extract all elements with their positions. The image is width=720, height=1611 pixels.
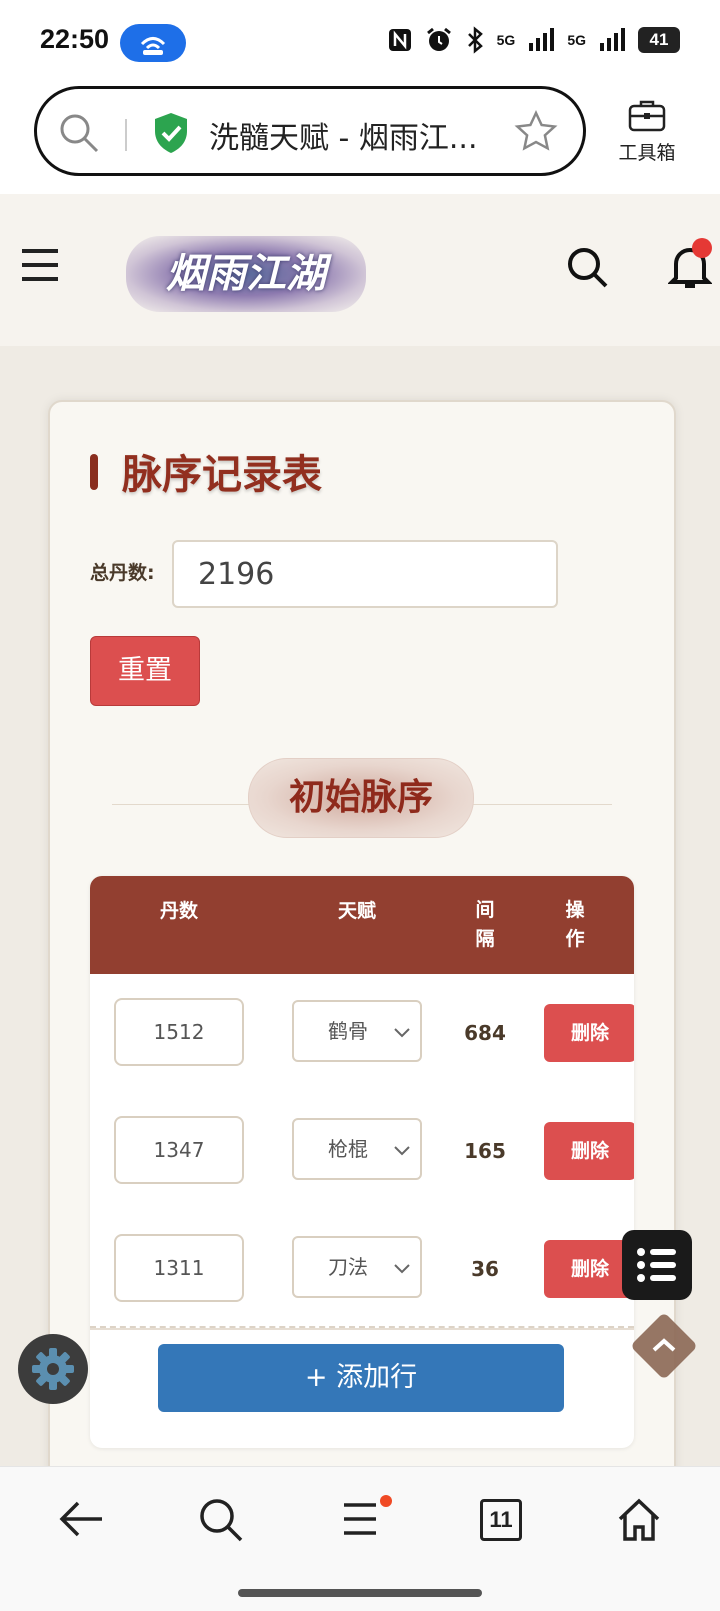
chevron-down-icon [394, 1146, 410, 1156]
search-icon[interactable] [57, 111, 101, 155]
talent-select[interactable]: 刀法 [292, 1236, 422, 1298]
talent-select[interactable]: 鹤骨 [292, 1000, 422, 1062]
tabs-count-button[interactable]: 11 [480, 1499, 522, 1541]
status-time: 22:50 [40, 24, 110, 54]
address-divider [125, 119, 127, 151]
card-title: 脉序记录表 [122, 452, 322, 498]
address-bar[interactable]: 洗髓天赋 - 烟雨江... [34, 86, 586, 176]
table-footer-divider [90, 1326, 634, 1328]
delete-button[interactable]: 删除 [544, 1122, 634, 1180]
header-talent: 天赋 [337, 900, 376, 922]
add-row-button[interactable]: + 添加行 [158, 1344, 564, 1412]
site-logo[interactable]: 烟雨江湖 [126, 236, 366, 312]
gear-icon [32, 1348, 74, 1390]
table-row: 1311 刀法 36 删除 [90, 1210, 634, 1330]
battery-icon: 41 [638, 27, 680, 53]
chevron-up-icon [652, 1338, 676, 1352]
toolbox-button[interactable]: 工具箱 [612, 98, 682, 165]
title-accent-bar [90, 454, 98, 490]
dan-input[interactable]: 1347 [114, 1116, 244, 1184]
signal-label-2: 5G [567, 32, 586, 48]
chevron-down-icon [394, 1028, 410, 1038]
nfc-icon [388, 29, 411, 51]
chevron-down-icon [394, 1264, 410, 1274]
interval-value: 36 [471, 1257, 499, 1281]
dan-input[interactable]: 1311 [114, 1234, 244, 1302]
page-url-title[interactable]: 洗髓天赋 - 烟雨江... [209, 113, 478, 157]
interval-value: 165 [464, 1139, 506, 1163]
sequence-table: 丹数 天赋 间隔 操作 1512 鹤骨 684 删除 1347 枪棍 165 删… [90, 876, 634, 1448]
header-dan: 丹数 [159, 900, 198, 922]
hotspot-icon [140, 37, 166, 55]
table-row: 1512 鹤骨 684 删除 [90, 974, 634, 1094]
delete-button[interactable]: 删除 [544, 1004, 634, 1062]
list-icon [637, 1248, 676, 1282]
browser-bar: 洗髓天赋 - 烟雨江... 工具箱 [0, 84, 720, 195]
star-icon[interactable] [513, 109, 559, 155]
total-dan-label: 总丹数: [90, 562, 155, 584]
menu-icon[interactable] [340, 1497, 380, 1541]
shield-check-icon [155, 113, 187, 153]
header-interval: 间隔 [475, 899, 495, 950]
reset-button[interactable]: 重置 [90, 636, 200, 706]
interval-value: 684 [464, 1021, 506, 1045]
dan-input[interactable]: 1512 [114, 998, 244, 1066]
home-icon[interactable] [616, 1497, 662, 1543]
table-header: 丹数 天赋 间隔 操作 [90, 876, 634, 974]
site-header: 烟雨江湖 [0, 194, 720, 346]
talent-value: 枪棍 [328, 1137, 368, 1161]
list-menu-button[interactable] [622, 1230, 692, 1300]
toolbox-icon [628, 100, 666, 132]
status-icons: 5G 5G 41 [387, 26, 680, 54]
section-title: 初始脉序 [248, 758, 474, 838]
search-icon[interactable] [198, 1497, 244, 1543]
back-arrow-icon[interactable] [58, 1497, 106, 1541]
search-icon[interactable] [566, 246, 610, 290]
talent-value: 鹤骨 [328, 1019, 368, 1043]
logo-text: 烟雨江湖 [166, 250, 326, 297]
browser-bottom-nav: 11 [0, 1466, 720, 1611]
alarm-icon [426, 27, 451, 51]
settings-button[interactable] [18, 1334, 88, 1404]
signal-icon [529, 28, 555, 51]
hotspot-indicator [120, 24, 186, 62]
header-action: 操作 [565, 899, 585, 950]
talent-value: 刀法 [328, 1255, 368, 1279]
home-indicator[interactable] [238, 1589, 482, 1597]
total-dan-input[interactable] [172, 540, 558, 608]
talent-select[interactable]: 枪棍 [292, 1118, 422, 1180]
hamburger-menu-icon[interactable] [20, 248, 60, 282]
record-card: 脉序记录表 总丹数: 重置 初始脉序 丹数 天赋 间隔 操作 1512 鹤骨 6… [48, 400, 676, 1504]
bluetooth-icon [467, 26, 483, 54]
status-bar: 22:50 5G 5G 41 [0, 0, 720, 84]
signal-icon [600, 28, 625, 51]
notification-badge [692, 238, 712, 258]
signal-label-1: 5G [496, 32, 516, 48]
table-row: 1347 枪棍 165 删除 [90, 1092, 634, 1212]
delete-button[interactable]: 删除 [544, 1240, 634, 1298]
toolbox-label: 工具箱 [618, 142, 676, 164]
menu-notification-dot [380, 1495, 392, 1507]
